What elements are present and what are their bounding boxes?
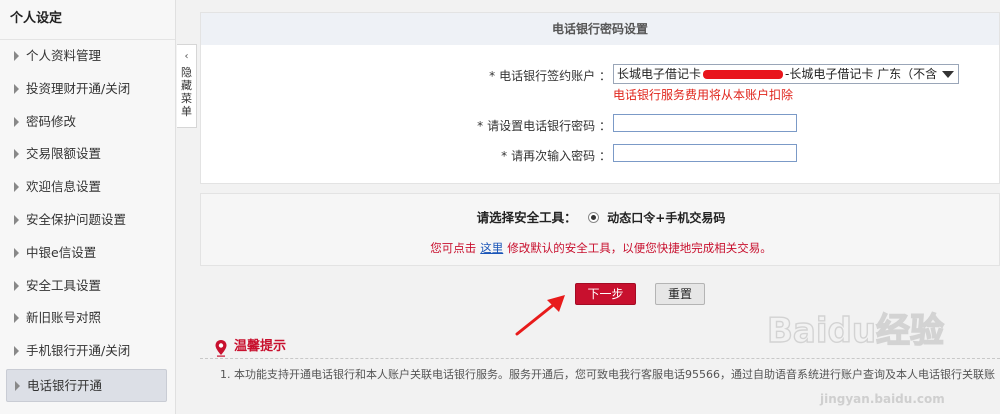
tips-title: 温馨提示 (234, 339, 287, 354)
account-value-suffix: -长城电子借记卡 广东（不含… (785, 67, 950, 81)
sidebar-item-phone-banking[interactable]: 电话银行开通 (6, 368, 167, 402)
hide-menu-label: 隐藏菜单 (181, 66, 192, 118)
password-label-text: 请设置电话银行密码 ： (487, 119, 611, 133)
sidebar-item-label: 安全工具设置 (26, 277, 102, 293)
triangle-right-icon (14, 149, 19, 160)
sidebar-item-label: 手机银行开通/关闭 (26, 343, 131, 359)
sidebar-item-security-tool[interactable]: 安全工具设置 (0, 270, 175, 303)
sidebar-item-profile[interactable]: 个人资料管理 (0, 40, 175, 73)
change-tool-link[interactable]: 这里 (480, 241, 503, 255)
password-field (613, 114, 797, 132)
security-tool-note: 您可点击 这里 修改默认的安全工具，以便您快捷地完成相关交易。 (201, 240, 1000, 256)
sidebar-item-label: 交易限额设置 (26, 146, 102, 162)
baidu-watermark-logo: Baidu经验 (766, 310, 944, 351)
watermark-url: jingyan.baidu.com (820, 392, 945, 406)
annotation-arrow-icon (515, 295, 565, 336)
sidebar-item-label: 密码修改 (26, 113, 77, 129)
triangle-right-icon (14, 182, 19, 193)
account-label: * 电话银行签约账户 ： (489, 67, 611, 84)
form-header: 电话银行密码设置 (201, 13, 999, 45)
note-suffix: 修改默认的安全工具，以便您快捷地完成相关交易。 (507, 241, 772, 255)
tips-text: 1. 本功能支持开通电话银行和本人账户关联电话银行服务。服务开通后，您可致电我行… (220, 368, 995, 381)
triangle-right-icon (14, 247, 19, 258)
triangle-right-icon (14, 51, 19, 61)
sidebar: 个人设定 个人资料管理 投资理财开通/关闭 密码修改 交易限额设置 欢迎信息设置… (0, 0, 176, 414)
account-select[interactable]: 长城电子借记卡 -长城电子借记卡 广东（不含… (613, 64, 959, 84)
hide-menu-tab[interactable]: ‹ 隐藏菜单 (177, 44, 197, 128)
sidebar-item-account-mapping[interactable]: 新旧账号对照 (0, 302, 175, 335)
required-mark: * (477, 119, 484, 133)
sidebar-item-label: 中银e信设置 (26, 244, 97, 260)
password-input[interactable] (613, 114, 797, 132)
tips-header: 温馨提示 (214, 338, 287, 357)
confirm-password-input[interactable] (613, 144, 797, 162)
required-mark: * (501, 149, 508, 163)
sidebar-item-label: 电话银行开通 (27, 377, 103, 393)
triangle-right-icon (14, 83, 19, 94)
chevron-down-icon[interactable] (938, 65, 958, 83)
fee-hint: 电话银行服务费用将从本账户扣除 (613, 88, 794, 102)
confirm-row: * 请再次输入密码 ： (201, 144, 1000, 166)
security-tool-radio[interactable] (588, 212, 600, 223)
required-mark: * (489, 69, 496, 83)
account-label-text: 电话银行签约账户 ： (499, 69, 611, 83)
triangle-right-icon (14, 280, 19, 291)
account-field: 长城电子借记卡 -长城电子借记卡 广东（不含… (613, 64, 959, 84)
reset-button[interactable]: 重置 (655, 283, 705, 305)
sidebar-item-label: 个人资料管理 (26, 48, 102, 63)
confirm-label-text: 请再次输入密码 ： (511, 149, 611, 163)
sidebar-title: 个人设定 (0, 0, 175, 40)
security-tool-label: 请选择安全工具： (476, 210, 577, 225)
triangle-right-icon (15, 380, 20, 391)
confirm-field (613, 144, 797, 162)
triangle-right-icon (14, 116, 19, 127)
account-value-prefix: 长城电子借记卡 (617, 67, 702, 81)
security-tool-panel: 请选择安全工具： 动态口令+手机交易码 您可点击 这里 修改默认的安全工具，以便您快… (200, 193, 1000, 266)
sidebar-item-password[interactable]: 密码修改 (0, 106, 175, 139)
page: 个人设定 个人资料管理 投资理财开通/关闭 密码修改 交易限额设置 欢迎信息设置… (0, 0, 1000, 414)
sidebar-item-label: 投资理财开通/关闭 (26, 80, 131, 96)
sidebar-item-investment[interactable]: 投资理财开通/关闭 (0, 73, 175, 106)
sidebar-item-einfo[interactable]: 中银e信设置 (0, 237, 175, 270)
confirm-label: * 请再次输入密码 ： (501, 147, 611, 164)
triangle-right-icon (14, 313, 19, 324)
sidebar-item-mobile-banking[interactable]: 手机银行开通/关闭 (0, 335, 175, 368)
sidebar-item-limit[interactable]: 交易限额设置 (0, 138, 175, 171)
sidebar-item-security-question[interactable]: 安全保护问题设置 (0, 204, 175, 237)
note-prefix: 您可点击 (430, 241, 477, 255)
password-label: * 请设置电话银行密码 ： (477, 117, 611, 134)
security-tool-row: 请选择安全工具： 动态口令+手机交易码 (201, 207, 1000, 226)
sidebar-item-label: 安全保护问题设置 (26, 211, 127, 227)
password-form-panel: 电话银行密码设置 * 电话银行签约账户 ： 长城电子借记卡 -长城电子借记卡 广东（… (200, 12, 1000, 184)
next-step-button[interactable]: 下一步 (575, 283, 636, 305)
security-tool-option: 动态口令+手机交易码 (607, 211, 726, 225)
watermark-brand: Baidu经验 (767, 311, 944, 351)
sidebar-item-label: 欢迎信息设置 (26, 179, 102, 195)
sidebar-item-welcome[interactable]: 欢迎信息设置 (0, 171, 175, 204)
triangle-right-icon (14, 214, 19, 225)
chevron-left-icon: ‹ (184, 51, 189, 62)
triangle-right-icon (14, 346, 19, 357)
redaction-mark (703, 70, 784, 79)
map-pin-icon (215, 340, 227, 357)
account-row: * 电话银行签约账户 ： 长城电子借记卡 -长城电子借记卡 广东（不含… (201, 64, 1000, 86)
password-row: * 请设置电话银行密码 ： (201, 114, 1000, 136)
sidebar-item-label: 新旧账号对照 (26, 310, 102, 326)
